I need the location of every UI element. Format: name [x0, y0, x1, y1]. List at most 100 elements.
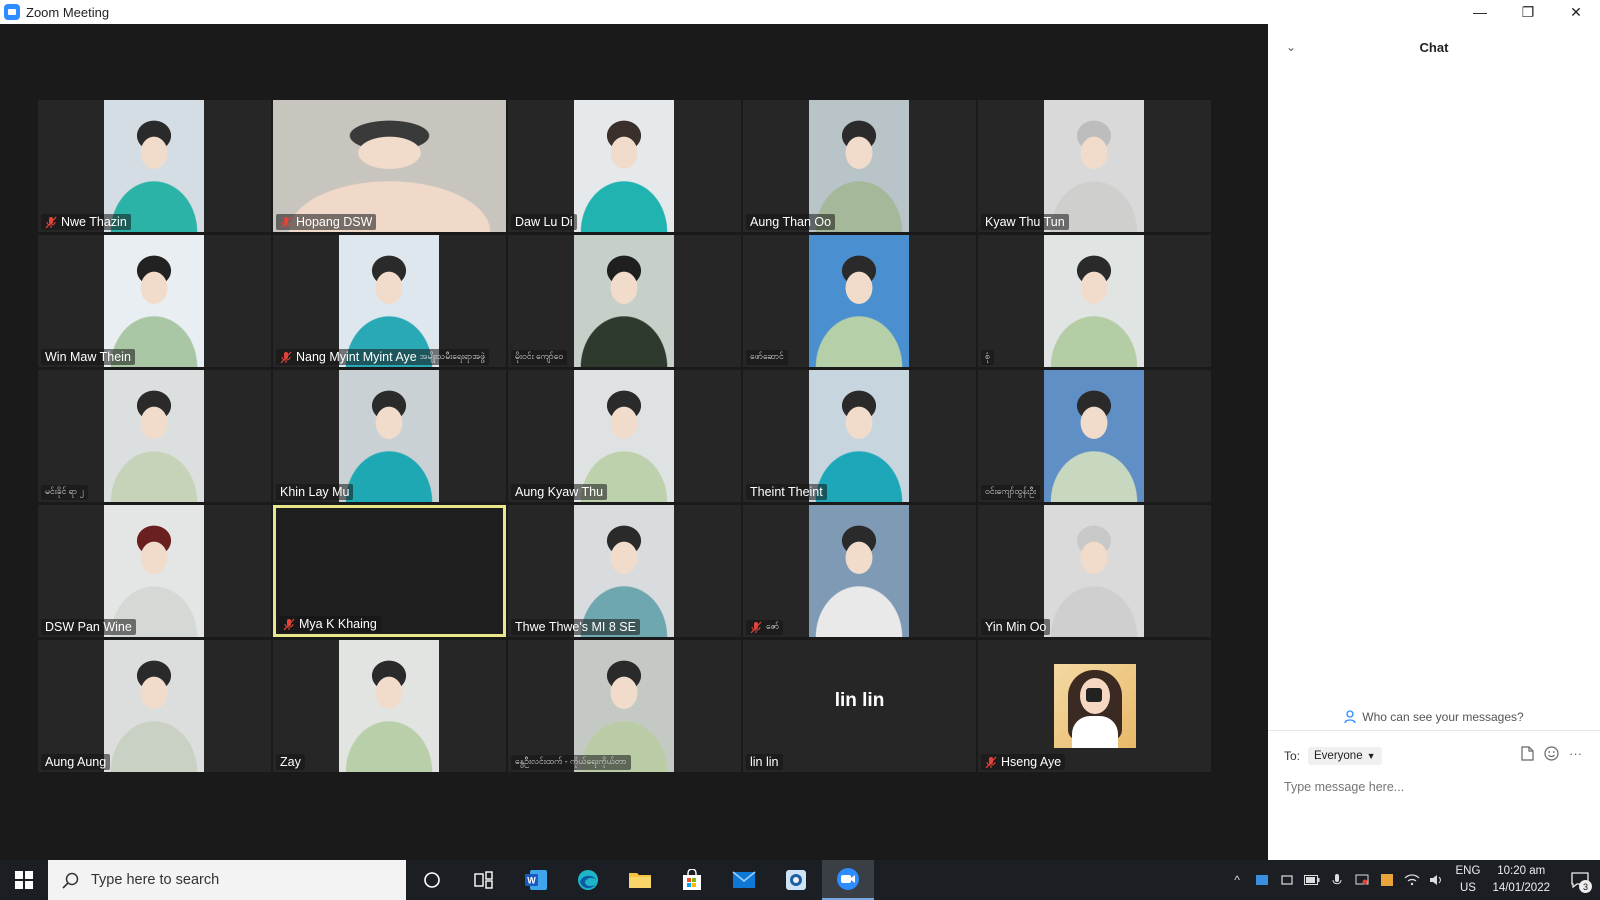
- chat-title: Chat: [1419, 40, 1449, 55]
- participant-tile[interactable]: Yin Min Oo: [978, 505, 1211, 637]
- onedrive-icon[interactable]: [1250, 860, 1275, 900]
- search-icon: [62, 872, 79, 889]
- window-titlebar: Zoom Meeting — ❐ ✕: [0, 0, 1600, 24]
- office-icon[interactable]: [1375, 860, 1400, 900]
- participant-name-label: Win Maw Thein: [41, 349, 135, 365]
- participant-tile[interactable]: Nwe Thazin: [38, 100, 271, 232]
- mail-icon[interactable]: [718, 860, 770, 900]
- emoji-icon[interactable]: [1544, 746, 1559, 761]
- microphone-icon[interactable]: [1325, 860, 1350, 900]
- windows-taskbar: Type here to search W ^ ENG US 10:20 am …: [0, 860, 1600, 900]
- participant-video: [1044, 235, 1144, 367]
- who-can-see-link[interactable]: Who can see your messages?: [1268, 710, 1600, 724]
- participant-tile[interactable]: ဝင်းကျော်ထွန်းဦး: [978, 370, 1211, 502]
- participant-video: [574, 100, 674, 232]
- participant-video: [1044, 370, 1144, 502]
- participant-video: [104, 235, 204, 367]
- participant-name: Aung Aung: [45, 755, 107, 769]
- minimize-button[interactable]: —: [1456, 0, 1504, 24]
- participant-name-label: Hopang DSW: [276, 214, 377, 230]
- participant-tile[interactable]: Aung Aung: [38, 640, 271, 772]
- participant-tile[interactable]: Thwe Thwe's MI 8 SE: [508, 505, 741, 637]
- file-explorer-icon[interactable]: [614, 860, 666, 900]
- meeting-icon[interactable]: [1275, 860, 1300, 900]
- participant-tile[interactable]: Zay: [273, 640, 506, 772]
- photos-icon[interactable]: [770, 860, 822, 900]
- file-icon[interactable]: [1521, 746, 1534, 761]
- svg-text:W: W: [527, 876, 536, 886]
- participant-tile[interactable]: Nang Myint Myint Aye အမျိုးသမီးရေးရာအဖွဲ့: [273, 235, 506, 367]
- cortana-icon[interactable]: [406, 860, 458, 900]
- input-language[interactable]: ENG US: [1456, 863, 1481, 897]
- participant-tile[interactable]: ဇော်: [743, 505, 976, 637]
- wifi-icon[interactable]: [1400, 860, 1425, 900]
- participant-tile[interactable]: Hopang DSW: [273, 100, 506, 232]
- participant-video: [104, 505, 204, 637]
- participant-tile[interactable]: ဖော်ဆောင်: [743, 235, 976, 367]
- participant-video: [809, 235, 909, 367]
- task-view-icon[interactable]: [458, 860, 510, 900]
- participant-tile[interactable]: Mya K Khaing: [273, 505, 506, 637]
- mic-muted-icon: [985, 756, 997, 769]
- taskbar-clock[interactable]: 10:20 am 14/01/2022: [1492, 863, 1550, 897]
- person-icon: [1344, 710, 1356, 724]
- participant-video: [1044, 505, 1144, 637]
- participant-tile[interactable]: Kyaw Thu Tun: [978, 100, 1211, 232]
- participant-video: [809, 100, 909, 232]
- show-hidden-icons-icon[interactable]: ^: [1225, 860, 1250, 900]
- participant-tile[interactable]: Khin Lay Mu: [273, 370, 506, 502]
- participant-tile[interactable]: Aung Than Oo: [743, 100, 976, 232]
- participant-name: Hseng Aye: [1001, 755, 1062, 769]
- participant-name-label: Nwe Thazin: [41, 214, 131, 230]
- word-icon[interactable]: W: [510, 860, 562, 900]
- participant-name-label: နွေဦးလင်းထက် - ကိုယ်ရေးကိုယ်တာ: [511, 755, 631, 770]
- participant-name: Mya K Khaing: [299, 617, 377, 631]
- participant-tile[interactable]: Hseng Aye: [978, 640, 1211, 772]
- participant-name-label: Kyaw Thu Tun: [981, 214, 1069, 230]
- participant-name-label: Theint Theint: [746, 484, 827, 500]
- screen-share-icon[interactable]: [1350, 860, 1375, 900]
- zoom-icon[interactable]: [822, 860, 874, 900]
- participant-tile[interactable]: Aung Kyaw Thu: [508, 370, 741, 502]
- close-button[interactable]: ✕: [1552, 0, 1600, 24]
- recipient-select[interactable]: Everyone ▼: [1308, 747, 1382, 765]
- start-button[interactable]: [0, 860, 48, 900]
- more-options-icon[interactable]: ···: [1569, 746, 1582, 761]
- participant-name: Theint Theint: [750, 485, 823, 499]
- participant-video: [574, 370, 674, 502]
- participant-name: စုံ: [985, 351, 990, 361]
- chat-message-input[interactable]: [1284, 776, 1584, 798]
- participant-name: နွေဦးလင်းထက် - ကိုယ်ရေးကိုယ်တာ: [515, 756, 627, 766]
- participant-video: [574, 235, 674, 367]
- battery-icon[interactable]: [1300, 860, 1325, 900]
- participant-tile[interactable]: မင်းခိုင် ရာ ၂: [38, 370, 271, 502]
- store-icon[interactable]: [666, 860, 718, 900]
- participant-name-label: ဇော်: [746, 620, 784, 635]
- participant-tile[interactable]: နွေဦးလင်းထက် - ကိုယ်ရေးကိုယ်တာ: [508, 640, 741, 772]
- participant-tile[interactable]: Win Maw Thein: [38, 235, 271, 367]
- mic-muted-icon: [280, 351, 292, 364]
- participant-tile[interactable]: Daw Lu Di: [508, 100, 741, 232]
- taskbar-search[interactable]: Type here to search: [48, 860, 406, 900]
- participant-name-label: မင်းခိုင် ရာ ၂: [41, 485, 88, 500]
- participant-tile[interactable]: Theint Theint: [743, 370, 976, 502]
- participant-name-label: Zay: [276, 754, 305, 770]
- participant-name-label: Thwe Thwe's MI 8 SE: [511, 619, 640, 635]
- participant-tile[interactable]: DSW Pan Wine: [38, 505, 271, 637]
- participant-tile[interactable]: မိုးဝင်း ကျော်ဝေ: [508, 235, 741, 367]
- notification-center-button[interactable]: 3: [1560, 860, 1600, 900]
- participant-name-label: မိုးဝင်း ကျော်ဝေ: [511, 350, 568, 365]
- participant-name: DSW Pan Wine: [45, 620, 132, 634]
- participant-name: Zay: [280, 755, 301, 769]
- participant-name-label: Yin Min Oo: [981, 619, 1051, 635]
- participant-name-label: Mya K Khaing: [279, 616, 381, 632]
- edge-icon[interactable]: [562, 860, 614, 900]
- chat-divider: [1268, 730, 1600, 731]
- chat-panel: ⌄ Chat Who can see your messages? To: Ev…: [1268, 24, 1600, 860]
- system-tray: ^ ENG US 10:20 am 14/01/2022 3: [1225, 860, 1600, 900]
- participant-tile[interactable]: lin lin lin lin: [743, 640, 976, 772]
- participant-tile[interactable]: စုံ: [978, 235, 1211, 367]
- restore-button[interactable]: ❐: [1504, 0, 1552, 24]
- participant-video: [1044, 100, 1144, 232]
- volume-icon[interactable]: [1425, 860, 1450, 900]
